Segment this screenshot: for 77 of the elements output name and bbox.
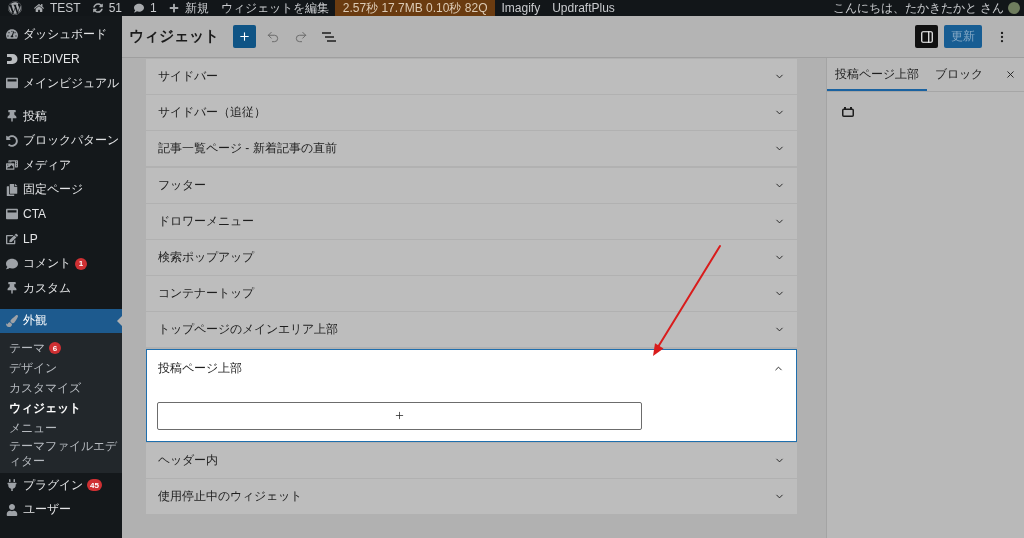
calendar-icon [842, 107, 854, 117]
documents-icon [6, 183, 18, 196]
count-badge: 45 [87, 479, 102, 492]
pin-icon [6, 110, 18, 123]
logo-icon [8, 1, 22, 15]
widget-area-toggle[interactable]: コンテナートップ [146, 276, 797, 312]
sidebar-panel-icon [919, 29, 934, 44]
widget-area-toggle[interactable]: フッター [146, 167, 797, 203]
add-block-button[interactable] [233, 25, 256, 48]
sidebar-menu-item[interactable]: カスタム [0, 275, 122, 301]
edit-icon [6, 233, 18, 246]
sidebar-menu-item[interactable]: CTA [0, 202, 122, 227]
sidebar-menu-item[interactable]: 外観 [0, 308, 122, 334]
widget-area-toggle[interactable]: ヘッダー内 [146, 442, 797, 478]
submenu-item[interactable]: テーマファイルエディター [0, 439, 120, 470]
redo-icon [293, 29, 308, 44]
plus-icon [238, 30, 251, 43]
sidebar-menu-item[interactable]: メディア [0, 152, 122, 178]
sidebar-menu-item[interactable]: ダッシュボード [0, 22, 122, 47]
submenu-item[interactable]: ウィジェット [0, 398, 120, 419]
sidebar-menu-item[interactable]: 投稿 [0, 103, 122, 129]
widget-area-toggle[interactable]: 投稿ページ上部 [147, 349, 796, 385]
list-view-icon [321, 31, 336, 42]
widget-area-toggle[interactable]: トップページのメインエリア上部 [146, 312, 797, 348]
avatar-icon [1008, 2, 1020, 14]
account-link[interactable]: こんにちは、たかきたかと さん [826, 0, 1024, 16]
add-block-button[interactable] [157, 401, 642, 430]
window-icon [6, 77, 18, 90]
logo-icon [6, 52, 18, 65]
close-icon [1004, 69, 1016, 80]
circular-arrow-icon [6, 134, 18, 147]
widget-area-toggle[interactable]: 記事一覧ページ - 新着記事の直前 [146, 131, 797, 167]
sidebar-toggle-button[interactable] [915, 25, 938, 48]
sidebar-menu-item[interactable]: RE:DIVER [0, 46, 122, 72]
sidebar-menu-item[interactable]: メインビジュアル [0, 71, 122, 96]
inspector-tab[interactable]: ブロック [927, 58, 991, 91]
toolbar-link[interactable]: Imagify [495, 0, 547, 16]
performance-stats[interactable]: 2.57秒 17.7MB 0.10秒 82Q [334, 0, 496, 16]
sidebar-menu-item[interactable]: ブロックパターン [0, 128, 122, 153]
user-icon [6, 503, 18, 516]
refresh-icon [92, 3, 103, 13]
updates-link[interactable]: 51 [86, 0, 129, 16]
new-content-link[interactable]: 新規 [162, 0, 215, 16]
pin-icon [6, 282, 18, 295]
sidebar-menu-item[interactable]: ユーザー [0, 497, 122, 523]
count-badge: 6 [49, 342, 61, 355]
count-badge: 1 [75, 257, 87, 270]
submenu-item[interactable]: メニュー [0, 418, 120, 440]
sidebar-menu-item[interactable]: LP [0, 226, 122, 252]
home-icon [34, 3, 44, 13]
gauge-icon [6, 28, 18, 41]
comments-link[interactable]: 1 [128, 0, 163, 16]
sidebar-menu-item[interactable]: プラグイン 45 [0, 473, 122, 498]
speech-bubble-icon [6, 257, 18, 270]
sidebar-menu-item[interactable]: 固定ページ [0, 177, 122, 203]
submenu-item[interactable]: デザイン [0, 358, 120, 379]
undo-icon [265, 29, 280, 44]
submenu-item[interactable]: テーマ 6 [0, 338, 120, 359]
toolbar-link[interactable]: UpdraftPlus [546, 0, 621, 16]
plus-icon [168, 3, 179, 13]
widget-area-toggle[interactable]: ドロワーメニュー [146, 203, 797, 239]
site-link[interactable]: TEST [28, 0, 87, 16]
window-icon [6, 208, 18, 221]
plus-icon [394, 410, 405, 421]
toolbar-link[interactable]: ウィジェットを編集 [214, 0, 335, 16]
submenu-item[interactable]: カスタマイズ [0, 378, 120, 399]
speech-bubble-icon [134, 3, 145, 13]
sidebar-menu-item[interactable]: コメント 1 [0, 251, 122, 276]
inspector-tab[interactable]: 投稿ページ上部 [827, 58, 927, 91]
plug-icon [6, 479, 18, 492]
photos-icon [6, 159, 18, 172]
widget-area-toggle[interactable]: サイドバー（追従） [146, 95, 797, 131]
widget-area-toggle[interactable]: 使用停止中のウィジェット [146, 478, 797, 514]
widget-area-toggle[interactable]: サイドバー [146, 59, 797, 94]
page-title: ウィジェット [129, 27, 219, 46]
paintbrush-icon [6, 314, 18, 327]
widget-area-toggle[interactable]: 検索ポップアップ [146, 239, 797, 275]
